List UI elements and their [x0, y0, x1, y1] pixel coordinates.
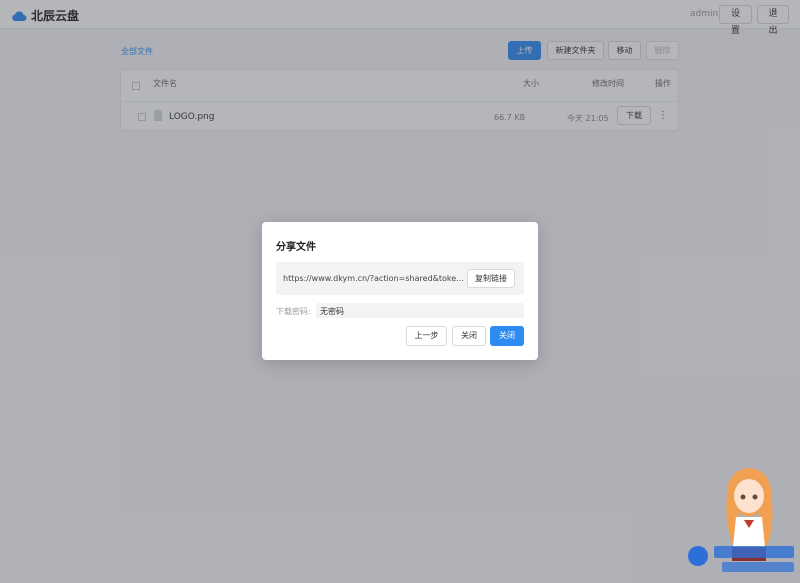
- close-button[interactable]: 关闭: [452, 326, 486, 346]
- share-file-dialog: 分享文件 https://www.dkym.cn/?action=shared&…: [262, 222, 538, 360]
- share-link-text[interactable]: https://www.dkym.cn/?action=shared&token…: [283, 274, 466, 283]
- previous-step-button[interactable]: 上一步: [406, 326, 447, 346]
- password-value: 无密码: [320, 307, 344, 316]
- close-primary-button[interactable]: 关闭: [490, 326, 524, 346]
- copy-link-button[interactable]: 复制链接: [467, 269, 515, 288]
- dialog-title: 分享文件: [276, 242, 316, 253]
- password-field: 无密码: [316, 303, 524, 318]
- share-link-box: https://www.dkym.cn/?action=shared&token…: [276, 262, 524, 295]
- watermark-mascot-image: [688, 468, 794, 572]
- password-label: 下载密码:: [276, 307, 311, 316]
